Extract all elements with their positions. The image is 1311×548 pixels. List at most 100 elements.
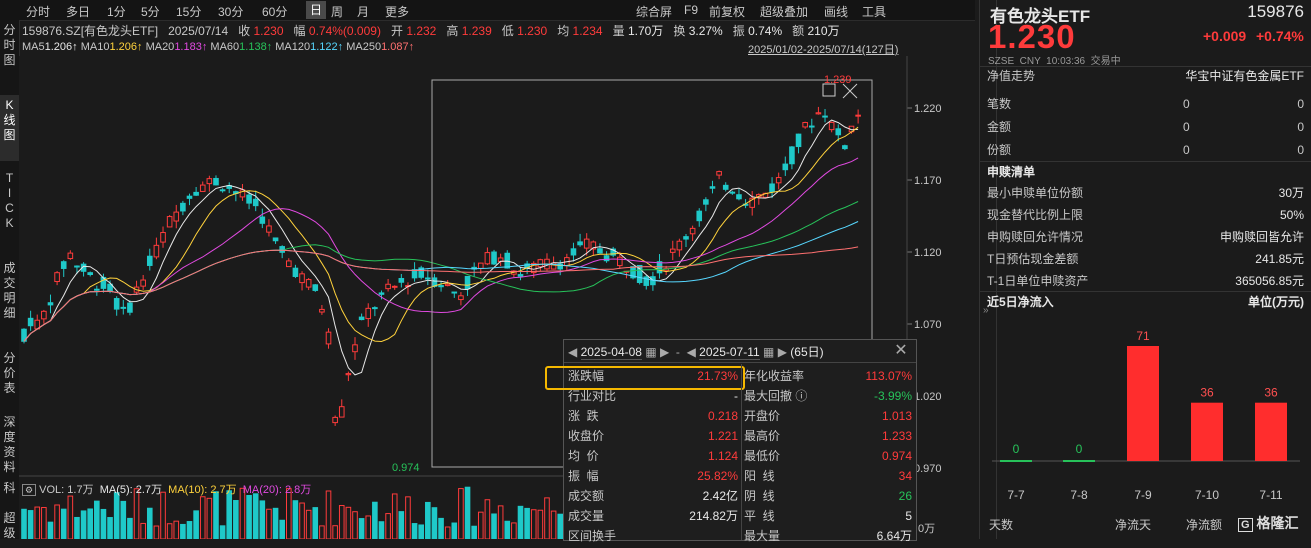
left-tab-4[interactable]: 分 价 表: [0, 348, 19, 404]
ma-value: 1.206↑: [109, 41, 143, 53]
flow-bar: [1063, 460, 1095, 462]
volume-bar: [444, 526, 451, 539]
toolbar-tab-0[interactable]: 分时: [26, 3, 50, 20]
volume-bar: [464, 486, 471, 539]
left-tab-1[interactable]: K 线 图: [0, 95, 19, 161]
stock-info-line: 159876.SZ[有色龙头ETF] 2025/07/14 收 1.230 幅 …: [22, 22, 840, 38]
last-price: 1.230: [988, 18, 1076, 55]
volume-bar: [87, 508, 94, 539]
nav-fund-name[interactable]: 华宝中证有色金属ETF: [1185, 65, 1304, 87]
stats-row-left: 均 价 1.124: [568, 446, 738, 466]
redemption-value: 241.85元: [1255, 252, 1304, 266]
price-tick-label: 1.220: [914, 103, 942, 115]
toolbar-tab-10[interactable]: 更多: [385, 3, 409, 20]
toolbar-action-5[interactable]: 工具: [862, 3, 886, 20]
footer-flow-amount[interactable]: 净流额: [1186, 516, 1222, 533]
stats-label: 平 线: [744, 509, 775, 523]
avg-value: 1.234: [572, 24, 603, 38]
toolbar-action-2[interactable]: 前复权: [709, 3, 745, 20]
volume-bar: [199, 496, 206, 539]
redemption-row: T日预估现金差额 241.85元: [987, 248, 1304, 270]
candle-body: [67, 252, 74, 260]
calendar-icon[interactable]: ▦: [645, 345, 656, 359]
vol-ma10: MA(10): 2.7万: [168, 484, 237, 496]
candle-body: [425, 277, 431, 280]
end-date[interactable]: 2025-07-11: [699, 345, 760, 360]
stats-value: -3.99%: [873, 389, 912, 403]
candle-body: [345, 373, 352, 376]
left-tab-0[interactable]: 分 时 图: [0, 20, 19, 70]
volume-bar: [127, 517, 133, 539]
interval-stats-panel: ◀ 2025-04-08 ▦ ▶ - ◀ 2025-07-11 ▦ ▶ (65日…: [545, 339, 917, 543]
footer-days[interactable]: 天数: [989, 516, 1013, 533]
candle-body: [365, 307, 372, 320]
candle-body: [815, 112, 822, 115]
left-tab-7[interactable]: 超 级: [0, 508, 19, 548]
toolbar-tab-3[interactable]: 5分: [141, 3, 160, 20]
volume-bar: [372, 501, 378, 539]
candle-body: [87, 272, 94, 276]
candle-body: [252, 198, 259, 207]
start-date[interactable]: 2025-04-08: [580, 345, 642, 360]
ma-label: MA10: [80, 41, 110, 53]
left-tab-5[interactable]: 深 度 资 料: [0, 412, 19, 474]
volume-bar: [438, 517, 444, 539]
toolbar-action-3[interactable]: 超级叠加: [760, 3, 808, 20]
nav-row[interactable]: 净值走势 华宝中证有色金属ETF: [987, 65, 1304, 87]
flow-unit: 单位(万元): [1248, 295, 1304, 309]
left-vertical-tabs: 分 时 图K 线 图T I C K成 交 明 细分 价 表深 度 资 料科超 级: [0, 20, 20, 540]
flow-value-label: 71: [1136, 329, 1150, 343]
redemption-row: T-1日单位申赎资产 365056.85元: [987, 270, 1304, 292]
help-icon[interactable]: ⓘ: [792, 389, 807, 403]
stats-label: 开盘价: [744, 409, 781, 423]
prev-end-icon[interactable]: ◀: [687, 345, 696, 359]
toolbar-tab-4[interactable]: 15分: [176, 3, 201, 20]
left-tab-2[interactable]: T I C K: [0, 168, 19, 248]
toolbar-action-1[interactable]: F9: [684, 3, 698, 17]
next-start-icon[interactable]: ▶: [660, 345, 669, 359]
candle-body: [27, 317, 34, 327]
left-tab-3[interactable]: 成 交 明 细: [0, 258, 19, 334]
toolbar-tab-1[interactable]: 多日: [66, 3, 90, 20]
nav-label[interactable]: 净值走势: [987, 69, 1035, 83]
stats-value: 5: [905, 509, 912, 523]
ma-label: MA20: [145, 41, 175, 53]
volume-bar: [477, 511, 484, 539]
candle-body: [842, 145, 848, 150]
toolbar-tab-5[interactable]: 30分: [218, 3, 243, 20]
candle-body: [166, 216, 173, 228]
stats-row-right: 最低价 0.974: [744, 446, 912, 466]
calendar-icon[interactable]: ▦: [763, 345, 774, 359]
volume-bar: [345, 506, 352, 539]
toolbar-action-0[interactable]: 综合屏: [636, 3, 672, 20]
close-icon[interactable]: ✕: [892, 342, 910, 360]
redemption-label: T日预估现金差额: [987, 252, 1079, 266]
stock-code-name: 159876.SZ[有色龙头ETF]: [22, 24, 159, 38]
stats-label: 最大回撤: [744, 389, 793, 403]
trade-value-2: 0: [1297, 97, 1304, 111]
toolbar-tab-2[interactable]: 1分: [107, 3, 126, 20]
volume-bar: [451, 522, 458, 539]
prev-start-icon[interactable]: ◀: [568, 345, 577, 359]
open-label: 开: [390, 24, 403, 38]
flow-bar: [1255, 402, 1287, 461]
toolbar-tab-6[interactable]: 60分: [262, 3, 287, 20]
footer-flow-days[interactable]: 净流天: [1115, 516, 1151, 533]
volume-settings-icon[interactable]: ⚙: [22, 484, 37, 496]
next-end-icon[interactable]: ▶: [778, 345, 787, 359]
stats-date-selector[interactable]: ◀ 2025-04-08 ▦ ▶ - ◀ 2025-07-11 ▦ ▶ (65日…: [568, 342, 824, 362]
candle-body: [266, 225, 272, 233]
candle-body: [332, 416, 338, 424]
candle-body: [113, 298, 120, 310]
stats-row-right: 最大回撤 ⓘ -3.99%: [744, 386, 912, 406]
candle-body: [398, 278, 405, 283]
toolbar-tab-9[interactable]: 月: [357, 3, 369, 20]
toolbar-action-4[interactable]: 画线: [824, 3, 848, 20]
left-tab-6[interactable]: 科: [0, 478, 19, 498]
toolbar-tab-8[interactable]: 周: [331, 3, 343, 20]
volume-bar: [21, 508, 27, 539]
trade-value-1: 0: [1183, 143, 1190, 157]
toolbar-tab-7[interactable]: 日: [306, 1, 327, 19]
trade-value-2: 0: [1297, 120, 1304, 134]
candle-body: [180, 202, 186, 212]
